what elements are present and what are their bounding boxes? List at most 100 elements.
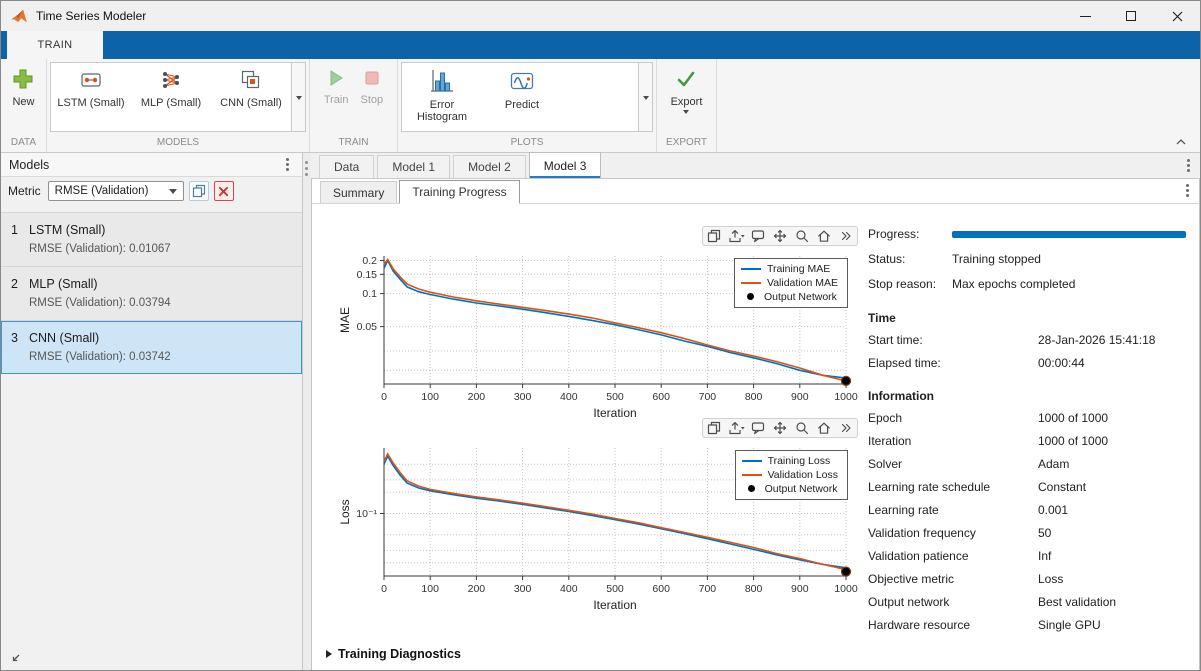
restore-view-icon[interactable] xyxy=(813,227,835,245)
minimize-button[interactable] xyxy=(1062,1,1108,31)
tab-training-progress[interactable]: Training Progress xyxy=(399,180,519,204)
collapse-ribbon-button[interactable] xyxy=(1172,135,1190,149)
pan-icon[interactable] xyxy=(769,227,791,245)
info-value: Best validation xyxy=(1038,595,1116,609)
copy-plot-icon[interactable] xyxy=(703,419,725,437)
more-tools-icon[interactable] xyxy=(835,419,857,437)
info-value: 1000 of 1000 xyxy=(1038,434,1108,448)
maximize-icon xyxy=(1126,11,1136,21)
plots-gallery-dropdown[interactable] xyxy=(638,63,652,131)
models-panel-menu-icon[interactable] xyxy=(280,156,294,173)
main-area: DataModel 1Model 2Model 3 SummaryTrainin… xyxy=(311,153,1200,671)
svg-text:900: 900 xyxy=(791,583,809,595)
svg-text:Iteration: Iteration xyxy=(593,598,636,612)
training-diagnostics-toggle[interactable]: Training Diagnostics xyxy=(326,647,461,661)
maximize-button[interactable] xyxy=(1108,1,1154,31)
gallery-item-label: MLP (Small) xyxy=(141,97,201,109)
svg-text:Loss: Loss xyxy=(338,499,352,524)
export-button[interactable]: Export xyxy=(667,62,707,135)
svg-text:600: 600 xyxy=(652,391,670,403)
model-list-item-1[interactable]: 1LSTM (Small)RMSE (Validation): 0.01067 xyxy=(1,212,302,267)
tab-bar-menu-icon[interactable] xyxy=(1181,157,1195,174)
model-list-item-3[interactable]: 3CNN (Small)RMSE (Validation): 0.03742 xyxy=(1,321,302,374)
progress-row: Progress: xyxy=(868,222,1190,246)
new-button[interactable]: New xyxy=(8,62,38,135)
data-tips-icon[interactable] xyxy=(747,419,769,437)
document-tab-data[interactable]: Data xyxy=(319,155,374,178)
pan-icon[interactable] xyxy=(769,419,791,437)
gallery-item-error-histogram[interactable]: Error Histogram xyxy=(402,63,482,131)
info-label: Iteration xyxy=(868,434,1038,448)
document-tab-model-3[interactable]: Model 3 xyxy=(529,152,602,178)
zoom-icon[interactable] xyxy=(791,419,813,437)
chevron-down-icon xyxy=(683,110,689,114)
tab-train[interactable]: TRAIN xyxy=(7,31,103,59)
train-button[interactable]: Train xyxy=(320,62,353,135)
data-tips-icon[interactable] xyxy=(747,227,769,245)
delete-model-button[interactable] xyxy=(214,181,234,201)
info-value: Constant xyxy=(1038,480,1086,494)
gallery-item-label: LSTM (Small) xyxy=(57,97,124,109)
gallery-item-label: CNN (Small) xyxy=(220,97,282,109)
models-gallery-dropdown[interactable] xyxy=(291,63,305,131)
legend-entry: Validation Loss xyxy=(742,468,838,481)
mae-chart-block: 010020030040050060070080090010000.20.150… xyxy=(336,226,870,423)
progress-bar-fill xyxy=(952,231,1186,238)
gallery-item-mlp-small-[interactable]: MLP (Small) xyxy=(131,63,211,131)
legend-entry: Output Network xyxy=(741,290,838,303)
model-name: CNN (Small) xyxy=(29,331,99,345)
model-3-document: SummaryTraining Progress 010020030040050… xyxy=(311,179,1200,671)
info-value: Adam xyxy=(1038,457,1069,471)
mae-chart-area: 010020030040050060070080090010000.20.150… xyxy=(336,248,870,423)
copy-plot-icon[interactable] xyxy=(703,227,725,245)
restore-view-icon[interactable] xyxy=(813,419,835,437)
info-label: Learning rate schedule xyxy=(868,480,1038,494)
panel-splitter[interactable] xyxy=(303,153,311,671)
gallery-item-cnn-small-[interactable]: CNN (Small) xyxy=(211,63,291,131)
duplicate-model-button[interactable] xyxy=(189,181,209,201)
export-plot-icon[interactable] xyxy=(725,419,747,437)
section-export: Export EXPORT xyxy=(657,59,717,152)
splitter-handle-icon xyxy=(305,161,308,176)
metric-dropdown[interactable]: RMSE (Validation) xyxy=(48,181,184,201)
export-plot-icon[interactable] xyxy=(725,227,747,245)
info-label: Start time: xyxy=(868,333,1038,347)
gallery-item-label: Predict xyxy=(505,99,539,111)
section-label-data: DATA xyxy=(1,135,46,152)
document-tab-model-2[interactable]: Model 2 xyxy=(453,155,526,178)
time-series-modeler-window: Time Series Modeler TRAIN New DATA xyxy=(0,0,1201,671)
output-network-marker xyxy=(842,376,851,385)
svg-text:0.1: 0.1 xyxy=(362,288,377,300)
stop-button[interactable]: Stop xyxy=(357,62,388,135)
window-title: Time Series Modeler xyxy=(36,9,146,23)
model-view-tabs: SummaryTraining Progress xyxy=(312,179,1199,204)
info-label: Output network xyxy=(868,595,1038,609)
plots-gallery: Error Histogram Predict xyxy=(401,62,653,132)
time-rows: Start time:28-Jan-2026 15:41:18Elapsed t… xyxy=(868,328,1190,374)
gallery-item-predict[interactable]: Predict xyxy=(482,63,562,131)
svg-text:0.05: 0.05 xyxy=(357,321,378,333)
new-button-label: New xyxy=(12,96,34,108)
model-list-item-2[interactable]: 2MLP (Small)RMSE (Validation): 0.03794 xyxy=(1,267,302,321)
info-value: Training stopped xyxy=(952,252,1041,266)
model-panel-menu-icon[interactable] xyxy=(1180,182,1194,199)
svg-text:700: 700 xyxy=(699,391,717,403)
gallery-item-lstm-small-[interactable]: LSTM (Small) xyxy=(51,63,131,131)
document-tab-model-1[interactable]: Model 1 xyxy=(377,155,450,178)
svg-text:500: 500 xyxy=(606,391,624,403)
models-panel-header: Models xyxy=(1,153,302,177)
minimize-panel-icon[interactable] xyxy=(7,651,23,667)
tab-summary[interactable]: Summary xyxy=(320,181,397,203)
svg-text:0.15: 0.15 xyxy=(357,269,378,281)
train-play-icon xyxy=(326,68,346,91)
more-tools-icon[interactable] xyxy=(835,227,857,245)
model-index: 1 xyxy=(11,223,29,237)
svg-text:1000: 1000 xyxy=(834,583,858,595)
info-value: 50 xyxy=(1038,526,1051,540)
export-check-icon xyxy=(675,68,697,93)
zoom-icon[interactable] xyxy=(791,227,813,245)
section-label-plots: PLOTS xyxy=(398,135,656,152)
svg-text:500: 500 xyxy=(606,583,624,595)
svg-text:400: 400 xyxy=(560,583,578,595)
close-button[interactable] xyxy=(1154,1,1200,31)
